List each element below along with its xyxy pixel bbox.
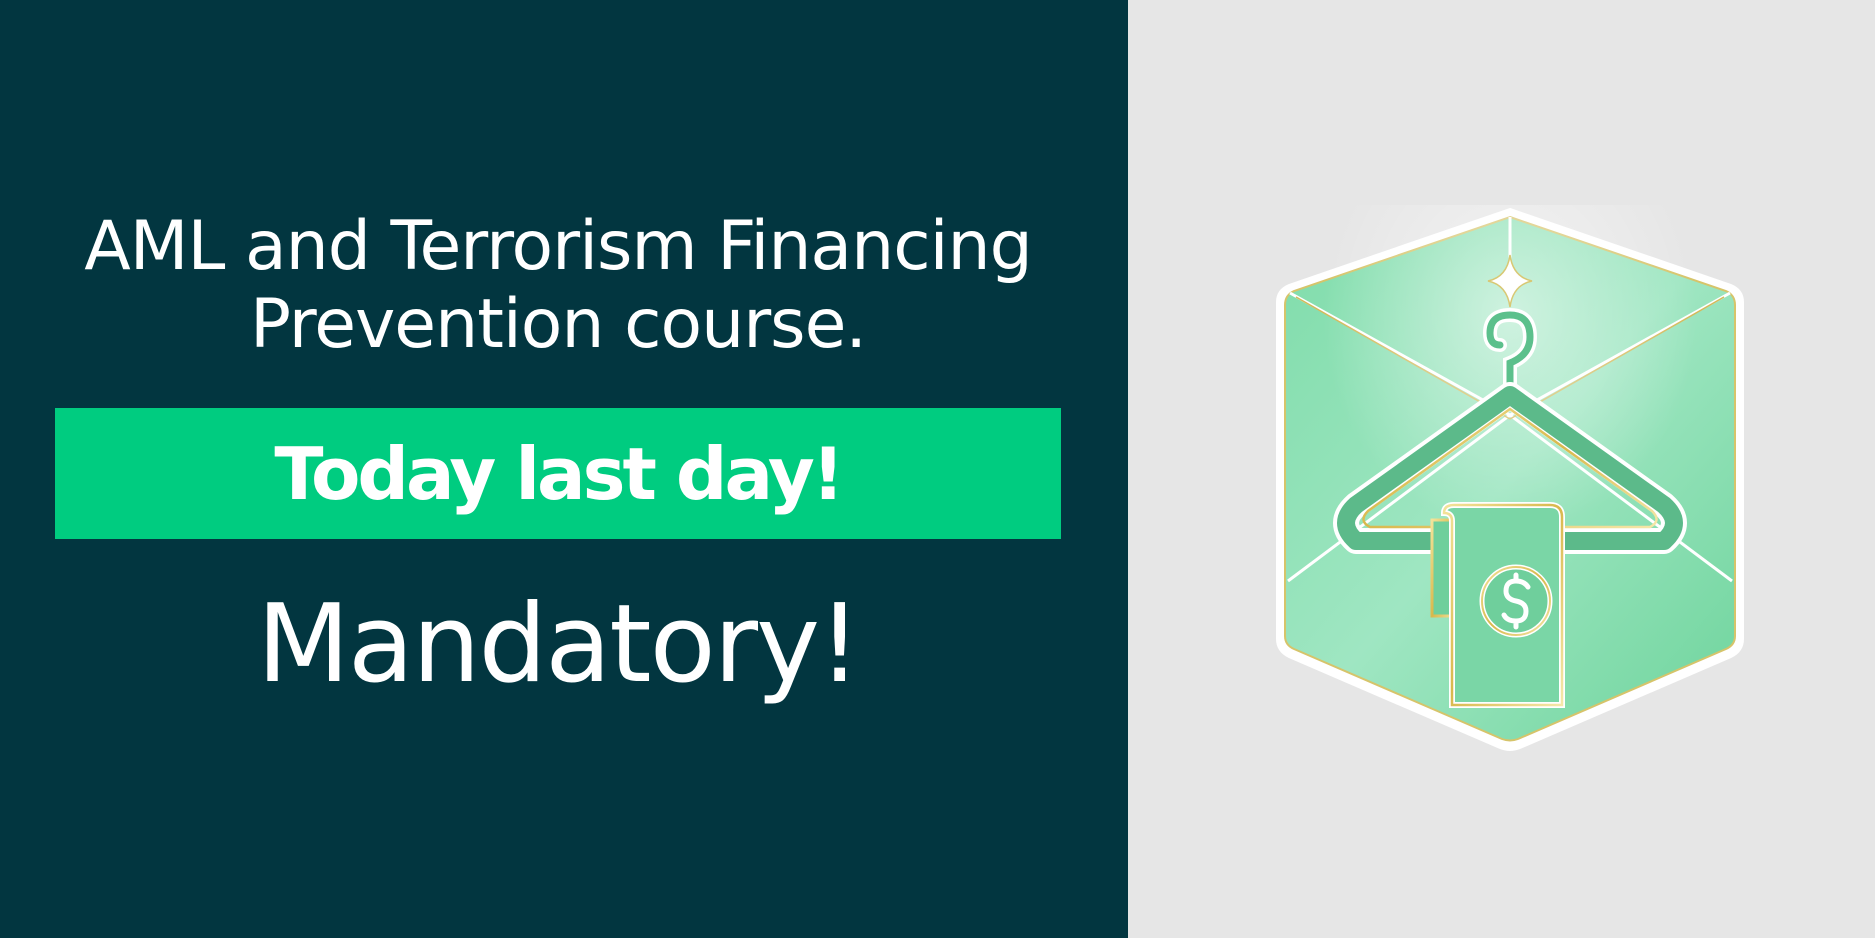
deadline-text: Today last day! [274,431,844,516]
course-banner: AML and Terrorism Financing Prevention c… [0,0,1875,938]
course-title-line-2: Prevention course. [249,285,867,364]
course-title: AML and Terrorism Financing Prevention c… [55,208,1061,364]
banner-left-panel: AML and Terrorism Financing Prevention c… [0,0,1128,938]
course-title-line-1: AML and Terrorism Financing [84,207,1032,286]
mandatory-text: Mandatory! [256,582,862,707]
deadline-highlight-bar: Today last day! [55,408,1061,539]
money-hanger-icon [1276,205,1744,752]
